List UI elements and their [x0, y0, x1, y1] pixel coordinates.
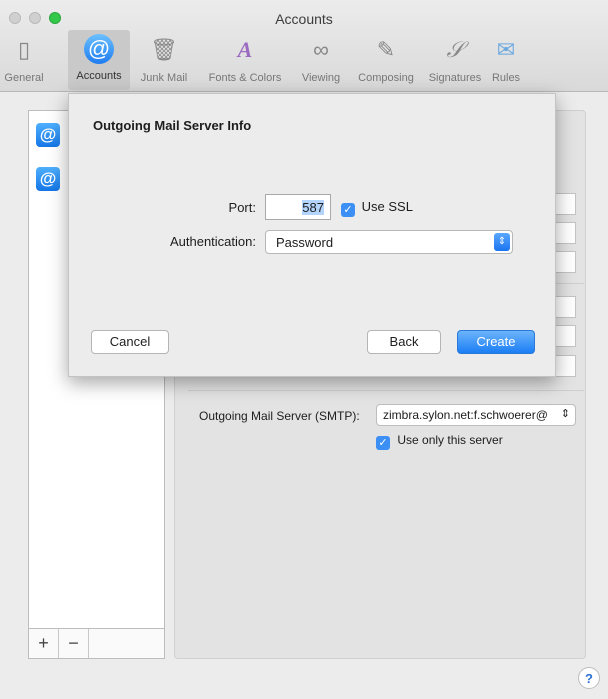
- pencil-icon: ✎: [376, 37, 396, 62]
- help-button[interactable]: ?: [578, 667, 600, 689]
- authentication-label: Authentication:: [169, 234, 256, 249]
- toolbar-general[interactable]: ▯ General: [0, 30, 48, 90]
- port-value: 587: [302, 200, 324, 215]
- toolbar-accounts[interactable]: @ Accounts: [68, 30, 130, 90]
- smtp-server-value: zimbra.sylon.net:f.schwoerer@: [383, 408, 548, 422]
- junk-mail-icon: 🗑: [150, 37, 178, 62]
- signature-icon: 𝒮: [446, 37, 464, 62]
- create-button[interactable]: Create: [457, 330, 535, 354]
- use-ssl-label: Use SSL: [361, 199, 413, 214]
- back-button[interactable]: Back: [367, 330, 441, 354]
- toolbar-composing[interactable]: ✎ Composing: [350, 30, 422, 90]
- outgoing-server-sheet: Outgoing Mail Server Info Port: 587 ✓ Us…: [68, 93, 556, 377]
- toolbar-signatures-label: Signatures: [428, 72, 482, 84]
- toolbar-composing-label: Composing: [358, 72, 414, 84]
- toolbar-junk-mail-label: Junk Mail: [140, 72, 188, 84]
- toolbar-viewing[interactable]: ∞ Viewing: [294, 30, 348, 90]
- toolbar-junk-mail[interactable]: 🗑 Junk Mail: [132, 30, 196, 90]
- toolbar-fonts-colors[interactable]: A Fonts & Colors: [198, 30, 292, 90]
- toolbar-general-label: General: [4, 72, 44, 84]
- authentication-value: Password: [276, 235, 334, 250]
- toolbar-accounts-label: Accounts: [76, 70, 122, 82]
- preferences-window: Accounts ▯ General @ Accounts 🗑 Junk Mai…: [0, 0, 608, 699]
- toolbar-viewing-label: Viewing: [301, 72, 341, 84]
- viewing-glasses-icon: ∞: [313, 37, 329, 62]
- authentication-select[interactable]: Password ⇕: [265, 230, 513, 254]
- use-ssl-option[interactable]: ✓ Use SSL: [341, 199, 413, 217]
- title-bar: Accounts ▯ General @ Accounts 🗑 Junk Mai…: [0, 0, 608, 92]
- sheet-title: Outgoing Mail Server Info: [93, 118, 252, 133]
- toolbar-signatures[interactable]: 𝒮 Signatures: [424, 30, 486, 90]
- accounts-list-footer: + −: [28, 628, 165, 659]
- port-input[interactable]: 587: [265, 194, 331, 220]
- account-icon[interactable]: @: [36, 167, 60, 191]
- use-only-server-label: Use only this server: [397, 433, 503, 447]
- chevron-updown-icon: ⇕: [494, 233, 510, 251]
- at-icon: @: [84, 34, 114, 64]
- fonts-colors-icon: A: [237, 37, 253, 62]
- smtp-server-select[interactable]: zimbra.sylon.net:f.schwoerer@ ⇕: [376, 404, 576, 426]
- toolbar-fonts-colors-label: Fonts & Colors: [208, 72, 282, 84]
- divider: [188, 390, 584, 391]
- port-label: Port:: [228, 200, 256, 215]
- rules-icon: ✉: [496, 37, 516, 62]
- use-only-server-option[interactable]: ✓ Use only this server: [376, 433, 503, 450]
- use-only-server-checkbox[interactable]: ✓: [376, 436, 390, 450]
- window-title: Accounts: [275, 11, 333, 27]
- cancel-button[interactable]: Cancel: [91, 330, 169, 354]
- toolbar-rules-label: Rules: [491, 72, 521, 84]
- add-account-button[interactable]: +: [29, 629, 59, 658]
- chevron-updown-icon: ⇕: [560, 408, 570, 420]
- use-ssl-checkbox[interactable]: ✓: [341, 203, 355, 217]
- remove-account-button[interactable]: −: [59, 629, 89, 658]
- toolbar-rules[interactable]: ✉ Rules: [486, 30, 526, 90]
- account-icon[interactable]: @: [36, 123, 60, 147]
- general-icon: ▯: [17, 37, 31, 62]
- smtp-label: Outgoing Mail Server (SMTP):: [199, 409, 360, 423]
